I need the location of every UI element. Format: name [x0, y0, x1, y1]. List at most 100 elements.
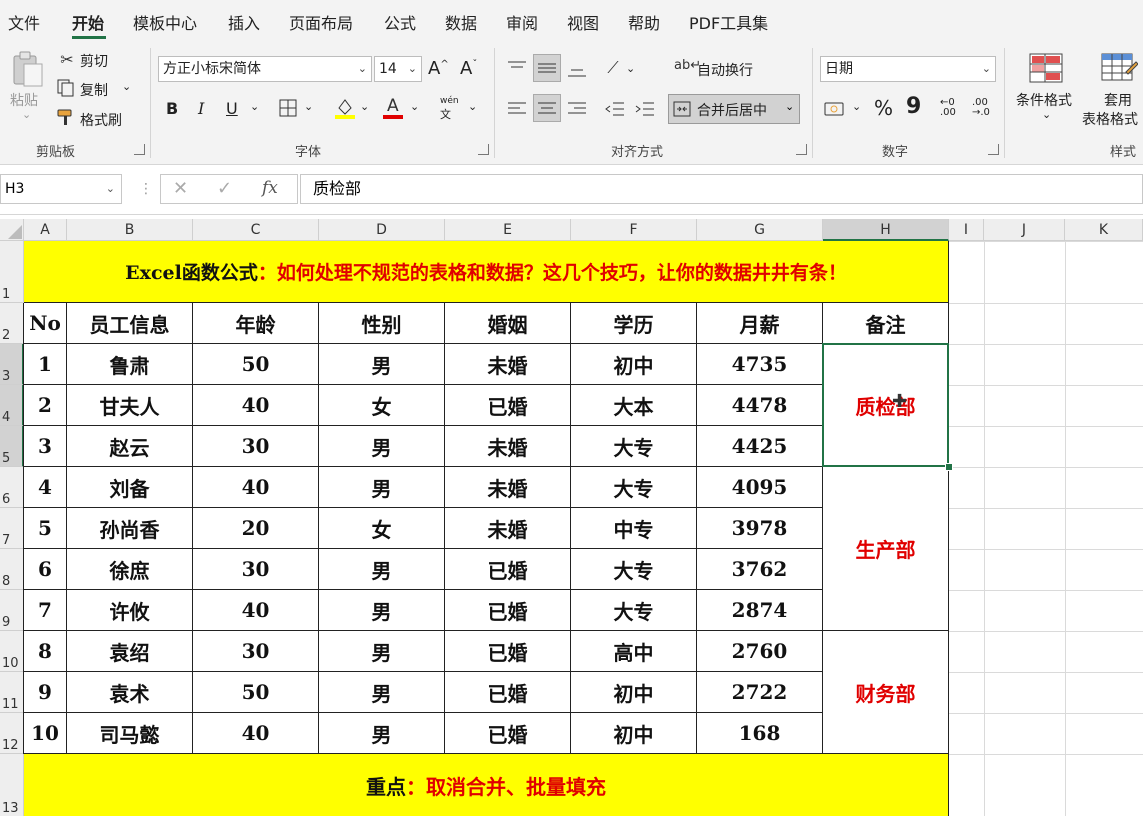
- tab-insert[interactable]: 插入: [228, 10, 260, 34]
- table-cell[interactable]: 大本: [571, 385, 697, 426]
- formula-input[interactable]: 质检部: [300, 174, 1143, 204]
- table-cell[interactable]: 大专: [571, 549, 697, 590]
- table-cell[interactable]: 3: [24, 426, 67, 467]
- align-top-icon[interactable]: [506, 58, 528, 80]
- table-cell[interactable]: 未婚: [445, 508, 571, 549]
- table-cell[interactable]: 40: [193, 467, 319, 508]
- table-cell[interactable]: 2760: [697, 631, 823, 672]
- table-cell[interactable]: 袁术: [67, 672, 193, 713]
- currency-icon[interactable]: [824, 98, 848, 120]
- table-cell[interactable]: 10: [24, 713, 67, 754]
- font-color-icon[interactable]: A: [382, 96, 404, 120]
- percent-button[interactable]: %: [874, 96, 893, 120]
- table-cell[interactable]: 甘夫人: [67, 385, 193, 426]
- number-launcher-icon[interactable]: [988, 144, 999, 155]
- copy-dropdown-icon[interactable]: ⌄: [122, 80, 131, 93]
- number-format-select[interactable]: 日期 ⌄: [820, 56, 996, 82]
- table-cell[interactable]: 男: [319, 631, 445, 672]
- font-name-select[interactable]: 方正小标宋简体 ⌄: [158, 56, 372, 82]
- insert-function-icon[interactable]: fx: [262, 178, 278, 198]
- select-all-button[interactable]: [0, 219, 24, 241]
- table-cell[interactable]: 6: [24, 549, 67, 590]
- font-color-dropdown-icon[interactable]: ⌄: [410, 100, 419, 113]
- borders-icon[interactable]: [278, 98, 298, 118]
- header-cell[interactable]: 学历: [571, 303, 697, 344]
- table-cell[interactable]: 已婚: [445, 631, 571, 672]
- tab-file[interactable]: 文件: [8, 10, 40, 34]
- tab-view[interactable]: 视图: [567, 10, 599, 34]
- header-cell[interactable]: 年龄: [193, 303, 319, 344]
- header-cell[interactable]: 备注: [823, 303, 949, 344]
- table-cell[interactable]: 男: [319, 713, 445, 754]
- table-cell[interactable]: 已婚: [445, 385, 571, 426]
- tab-page-layout[interactable]: 页面布局: [289, 10, 353, 34]
- table-cell[interactable]: 50: [193, 672, 319, 713]
- table-cell[interactable]: 4735: [697, 344, 823, 385]
- table-cell[interactable]: 男: [319, 467, 445, 508]
- copy-button[interactable]: 复制: [80, 80, 108, 100]
- paste-icon[interactable]: [10, 50, 44, 88]
- tab-templates[interactable]: 模板中心: [133, 10, 197, 34]
- decrease-indent-icon[interactable]: [604, 98, 626, 120]
- fill-handle[interactable]: [945, 463, 953, 471]
- table-cell[interactable]: 大专: [571, 426, 697, 467]
- format-as-table-line2[interactable]: 表格格式: [1082, 109, 1138, 129]
- table-cell[interactable]: 大专: [571, 467, 697, 508]
- table-cell[interactable]: 女: [319, 385, 445, 426]
- row-header-10[interactable]: 10: [0, 631, 24, 672]
- borders-dropdown-icon[interactable]: ⌄: [304, 100, 313, 113]
- table-cell[interactable]: 4425: [697, 426, 823, 467]
- col-header-g[interactable]: G: [697, 219, 823, 241]
- row-header-9[interactable]: 9: [0, 590, 24, 631]
- table-cell[interactable]: 袁绍: [67, 631, 193, 672]
- italic-button[interactable]: I: [198, 99, 204, 118]
- title-cell[interactable]: Excel函数公式 ：如何处理不规范的表格和数据？这几个技巧，让你的数据井井有条！: [24, 241, 949, 303]
- row-header-7[interactable]: 7: [0, 508, 24, 549]
- paste-label[interactable]: 粘贴: [10, 90, 38, 110]
- header-cell[interactable]: 月薪: [697, 303, 823, 344]
- table-cell[interactable]: 许攸: [67, 590, 193, 631]
- comma-style-button[interactable]: 9: [906, 94, 921, 119]
- row-header-8[interactable]: 8: [0, 549, 24, 590]
- table-cell[interactable]: 高中: [571, 631, 697, 672]
- table-cell[interactable]: 徐庶: [67, 549, 193, 590]
- table-cell[interactable]: 2722: [697, 672, 823, 713]
- table-cell[interactable]: 4478: [697, 385, 823, 426]
- col-header-b[interactable]: B: [67, 219, 193, 241]
- table-cell[interactable]: 中专: [571, 508, 697, 549]
- table-cell[interactable]: 男: [319, 590, 445, 631]
- row-header-13[interactable]: 13: [0, 754, 24, 816]
- table-cell[interactable]: 女: [319, 508, 445, 549]
- col-header-j[interactable]: J: [984, 219, 1065, 241]
- decrease-decimal-icon[interactable]: .00 →.0: [972, 98, 990, 118]
- fill-color-dropdown-icon[interactable]: ⌄: [360, 100, 369, 113]
- table-cell[interactable]: 刘备: [67, 467, 193, 508]
- enter-icon[interactable]: ✓: [217, 178, 232, 199]
- table-cell[interactable]: 168: [697, 713, 823, 754]
- table-cell[interactable]: 男: [319, 344, 445, 385]
- increase-decimal-icon[interactable]: ←0.00: [940, 98, 956, 118]
- merge-center-button[interactable]: 合并后居中 ⌄: [668, 94, 800, 124]
- row-header-3[interactable]: 3: [0, 344, 24, 385]
- table-cell[interactable]: 初中: [571, 672, 697, 713]
- col-header-d[interactable]: D: [319, 219, 445, 241]
- note-merged-cell[interactable]: 质检部: [823, 344, 949, 467]
- table-cell[interactable]: 未婚: [445, 426, 571, 467]
- font-size-select[interactable]: 14 ⌄: [374, 56, 422, 82]
- table-cell[interactable]: 未婚: [445, 344, 571, 385]
- table-cell[interactable]: 30: [193, 549, 319, 590]
- footer-cell[interactable]: 重点 ：取消合并、批量填充: [24, 754, 949, 816]
- bold-button[interactable]: B: [166, 99, 178, 118]
- cut-button[interactable]: 剪切: [80, 51, 108, 71]
- table-cell[interactable]: 40: [193, 590, 319, 631]
- align-bottom-icon[interactable]: [566, 58, 588, 80]
- cancel-icon[interactable]: ✕: [173, 178, 188, 199]
- table-cell[interactable]: 20: [193, 508, 319, 549]
- table-cell[interactable]: 初中: [571, 344, 697, 385]
- underline-button[interactable]: U: [226, 99, 238, 118]
- table-cell[interactable]: 赵云: [67, 426, 193, 467]
- increase-indent-icon[interactable]: [634, 98, 656, 120]
- table-cell[interactable]: 已婚: [445, 672, 571, 713]
- table-cell[interactable]: 4095: [697, 467, 823, 508]
- align-right-icon[interactable]: [566, 98, 588, 120]
